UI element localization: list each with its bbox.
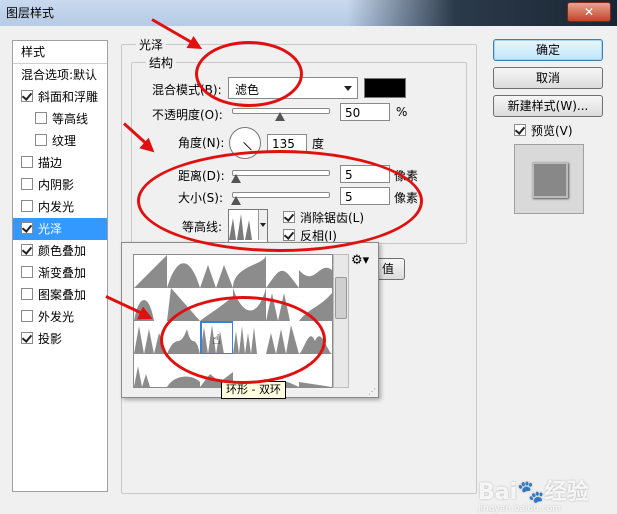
style-item[interactable]: 光泽 bbox=[13, 218, 107, 240]
styles-list-header[interactable]: 样式 bbox=[13, 41, 107, 64]
satin-group-title: 光泽 bbox=[136, 36, 167, 53]
contour-option[interactable] bbox=[200, 255, 234, 289]
style-item[interactable]: 渐变叠加 bbox=[13, 262, 107, 284]
angle-dial-hand bbox=[243, 142, 252, 151]
contour-option[interactable] bbox=[299, 255, 332, 289]
contour-thumbnail-icon bbox=[200, 265, 233, 288]
style-item-label: 外发光 bbox=[38, 310, 75, 324]
style-item[interactable]: 描边 bbox=[13, 152, 107, 174]
contour-thumbnail-icon bbox=[266, 270, 299, 288]
style-item[interactable]: 颜色叠加 bbox=[13, 240, 107, 262]
baidu-watermark: Bai🐾经验 jingyan.baidu.com bbox=[478, 480, 589, 514]
gear-icon[interactable]: ⚙▾ bbox=[351, 253, 369, 268]
style-item[interactable]: 外发光 bbox=[13, 306, 107, 328]
dialog-body: 样式 混合选项:默认 斜面和浮雕 等高线 纹理 描边 内阴影 内发光 光泽 颜色叠加 渐变叠加 图案… bbox=[0, 18, 617, 514]
style-item[interactable]: 等高线 bbox=[13, 108, 107, 130]
style-item-checkbox[interactable] bbox=[21, 244, 33, 256]
contour-option[interactable] bbox=[134, 255, 168, 289]
style-item[interactable]: 混合选项:默认 bbox=[13, 64, 107, 86]
style-item-label: 描边 bbox=[38, 156, 63, 170]
style-item-label: 光泽 bbox=[38, 222, 63, 236]
contour-thumbnail-icon bbox=[233, 255, 266, 288]
contour-scrollbar[interactable] bbox=[333, 254, 349, 388]
style-item[interactable]: 内阴影 bbox=[13, 174, 107, 196]
style-item-checkbox[interactable] bbox=[21, 288, 33, 300]
style-item-checkbox[interactable] bbox=[21, 266, 33, 278]
style-item[interactable]: 斜面和浮雕 bbox=[13, 86, 107, 108]
annotation-ring-structure bbox=[137, 150, 423, 252]
structure-group-title: 结构 bbox=[146, 54, 177, 71]
style-item-label: 内阴影 bbox=[38, 178, 75, 192]
style-item-label: 投影 bbox=[38, 332, 63, 346]
annotation-ring-blend bbox=[195, 41, 303, 107]
style-item-checkbox[interactable] bbox=[21, 156, 33, 168]
contour-option[interactable] bbox=[134, 354, 168, 387]
contour-option[interactable] bbox=[233, 255, 267, 289]
style-item-checkbox[interactable] bbox=[21, 90, 33, 102]
contour-tooltip: 环形 - 双环 bbox=[221, 381, 286, 399]
ok-button[interactable]: 确定 bbox=[493, 39, 603, 61]
style-item-checkbox[interactable] bbox=[21, 222, 33, 234]
chevron-down-icon bbox=[344, 86, 352, 91]
style-item-checkbox[interactable] bbox=[21, 178, 33, 190]
preview-check-icon bbox=[514, 124, 526, 136]
angle-label: 角度(N): bbox=[178, 136, 225, 150]
preview-label: 预览(V) bbox=[531, 124, 573, 138]
style-item[interactable]: 内发光 bbox=[13, 196, 107, 218]
opacity-input[interactable]: 50 bbox=[340, 103, 390, 121]
style-item-label: 混合选项:默认 bbox=[21, 68, 98, 82]
style-item-label: 颜色叠加 bbox=[38, 244, 87, 258]
style-item[interactable]: 投影 bbox=[13, 328, 107, 350]
style-item-label: 斜面和浮雕 bbox=[38, 90, 99, 104]
styles-list: 样式 混合选项:默认斜面和浮雕等高线纹理描边内阴影内发光光泽颜色叠加渐变叠加图案… bbox=[12, 40, 108, 492]
contour-thumbnail-icon bbox=[299, 267, 332, 288]
style-item-label: 等高线 bbox=[52, 112, 89, 126]
satin-color-swatch[interactable] bbox=[364, 78, 406, 98]
style-item-checkbox[interactable] bbox=[35, 112, 47, 124]
contour-thumbnail-icon bbox=[134, 255, 167, 288]
annotation-ring-contour bbox=[160, 296, 326, 384]
preview-checkbox[interactable]: 预览(V) bbox=[514, 122, 573, 139]
style-item-checkbox[interactable] bbox=[21, 200, 33, 212]
style-preview bbox=[514, 144, 584, 214]
style-item-label: 渐变叠加 bbox=[38, 266, 87, 280]
contour-thumbnail-icon bbox=[134, 366, 150, 387]
style-item-label: 图案叠加 bbox=[38, 288, 87, 302]
contour-option[interactable] bbox=[266, 255, 300, 289]
style-item-label: 内发光 bbox=[38, 200, 75, 214]
style-item[interactable]: 纹理 bbox=[13, 130, 107, 152]
scrollbar-thumb[interactable] bbox=[335, 277, 347, 319]
cancel-button[interactable]: 取消 bbox=[493, 67, 603, 89]
opacity-slider-handle[interactable] bbox=[275, 112, 285, 121]
style-item-checkbox[interactable] bbox=[35, 134, 47, 146]
window-title: 图层样式 bbox=[6, 6, 55, 20]
preview-square bbox=[532, 162, 568, 198]
angle-unit: 度 bbox=[312, 137, 325, 151]
close-button[interactable]: ✕ bbox=[567, 2, 611, 22]
contour-option[interactable] bbox=[167, 255, 201, 289]
opacity-unit: % bbox=[396, 105, 408, 119]
style-item-label: 纹理 bbox=[52, 134, 77, 148]
contour-thumbnail-icon bbox=[167, 263, 200, 288]
style-item-checkbox[interactable] bbox=[21, 332, 33, 344]
style-item[interactable]: 图案叠加 bbox=[13, 284, 107, 306]
opacity-label: 不透明度(O): bbox=[152, 108, 223, 122]
title-bar: 图层样式 ✕ bbox=[0, 0, 617, 26]
resize-grip-icon[interactable]: ⋰ bbox=[368, 387, 376, 396]
new-style-button[interactable]: 新建样式(W)... bbox=[493, 95, 603, 117]
style-item-checkbox[interactable] bbox=[21, 310, 33, 322]
